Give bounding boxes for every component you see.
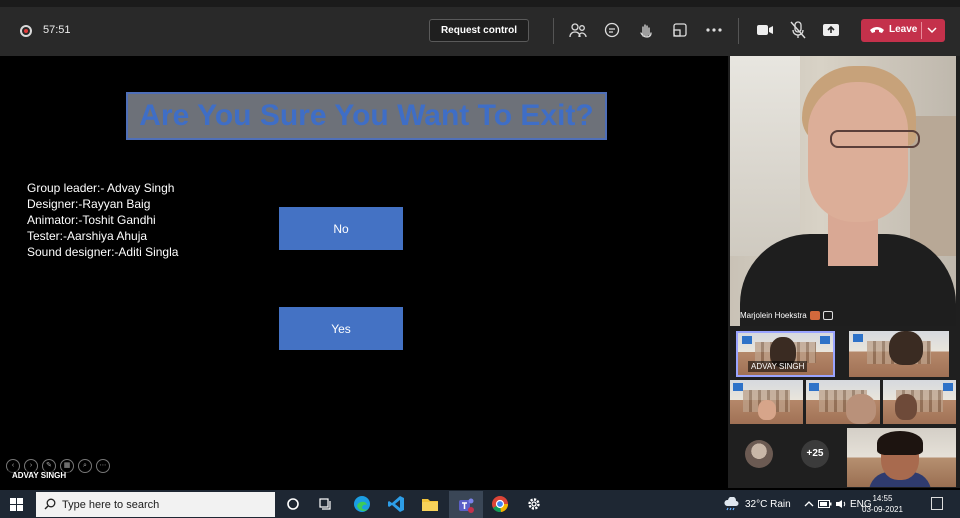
title-strip <box>0 0 960 7</box>
speaker-head <box>808 82 908 222</box>
logo-icon <box>733 383 743 391</box>
chrome-icon[interactable] <box>491 495 509 513</box>
participant-face <box>846 394 876 424</box>
chat-icon[interactable] <box>601 20 623 40</box>
credit-line: Animator:-Toshit Gandhi <box>27 213 156 227</box>
participant-face <box>758 400 776 420</box>
pin-icon <box>822 311 833 321</box>
slide-title: Are You Sure You Want To Exit? <box>139 99 594 132</box>
more-participants-button[interactable]: +25 <box>801 440 829 468</box>
main-speaker-video[interactable]: Marjolein Hoekstra <box>730 56 956 326</box>
volume-icon[interactable] <box>832 495 850 513</box>
edge-browser-icon[interactable] <box>353 495 371 513</box>
chevron-down-icon[interactable] <box>927 25 937 35</box>
tile-name-label: ADVAY SINGH <box>748 361 808 372</box>
credit-line: Designer:-Rayyan Baig <box>27 197 151 211</box>
raise-hand-icon[interactable] <box>635 20 657 40</box>
credits-list: Group leader:- Advay Singh Designer:-Ray… <box>27 180 178 260</box>
more-options-icon[interactable] <box>703 20 725 40</box>
participant-tile[interactable] <box>730 380 803 424</box>
shared-screen: Are You Sure You Want To Exit? Group lea… <box>0 56 728 488</box>
background-window <box>730 56 800 256</box>
search-icon <box>44 498 56 510</box>
cortana-icon[interactable] <box>284 495 302 513</box>
participant-tile[interactable] <box>849 331 949 377</box>
search-placeholder: Type here to search <box>62 499 160 511</box>
weather-icon[interactable] <box>722 495 740 513</box>
settings-gear-icon[interactable] <box>525 495 543 513</box>
meeting-toolbar: 57:51 Request control Leave <box>0 0 960 56</box>
participant-tile-advay[interactable]: ADVAY SINGH <box>736 331 835 377</box>
meeting-timer: 57:51 <box>43 24 71 36</box>
credit-line: Tester:-Aarshiya Ahuja <box>27 229 148 243</box>
leave-button[interactable]: Leave <box>861 19 945 42</box>
participant-face <box>889 331 923 365</box>
logo-icon <box>742 336 752 344</box>
participant-face <box>895 394 917 420</box>
participant-avatar[interactable] <box>745 440 773 468</box>
main-speaker-label: Marjolein Hoekstra <box>740 311 807 320</box>
taskbar-search-box[interactable]: Type here to search <box>36 492 275 517</box>
clock-time: 14:55 <box>872 494 893 503</box>
yes-button[interactable]: Yes <box>279 307 403 350</box>
recording-icon <box>20 25 32 37</box>
clock-date: 03-09-2021 <box>862 505 903 514</box>
credit-line: Sound designer:-Aditi Singla <box>27 245 179 259</box>
zoom-icon[interactable]: ⌕ <box>78 459 92 473</box>
task-view-icon[interactable] <box>317 495 335 513</box>
logo-icon <box>943 383 953 391</box>
main-speaker-name: Marjolein Hoekstra <box>740 311 833 321</box>
windows-start-icon[interactable] <box>10 498 23 511</box>
leave-label: Leave <box>889 24 918 35</box>
raised-hand-icon <box>809 311 820 321</box>
notification-icon[interactable] <box>931 497 943 510</box>
logo-icon <box>820 336 830 344</box>
weather-text[interactable]: 32°C Rain <box>745 499 791 510</box>
people-icon[interactable] <box>567 20 589 40</box>
vscode-icon[interactable] <box>387 495 405 513</box>
options-icon[interactable]: ⋯ <box>96 459 110 473</box>
no-button[interactable]: No <box>279 207 403 250</box>
camera-icon[interactable] <box>754 20 776 40</box>
participant-hair <box>877 431 923 455</box>
request-control-button[interactable]: Request control <box>429 19 529 42</box>
speaker-glasses <box>830 130 920 148</box>
breakout-rooms-icon[interactable] <box>669 20 691 40</box>
logo-icon <box>853 334 863 342</box>
teams-taskbar-icon[interactable] <box>449 491 483 518</box>
phone-hangup-icon <box>870 27 884 33</box>
slide-title-box: Are You Sure You Want To Exit? <box>126 92 607 140</box>
presenter-name: ADVAY SINGH <box>8 470 71 481</box>
toolbar-divider <box>738 18 739 44</box>
windows-taskbar: Type here to search 32°C Rain ENG 14:55 … <box>0 490 960 518</box>
participant-tile[interactable] <box>806 380 880 424</box>
mic-off-icon[interactable] <box>787 20 809 40</box>
file-explorer-icon[interactable] <box>421 495 439 513</box>
participant-tile[interactable] <box>883 380 956 424</box>
leave-divider <box>921 22 922 39</box>
system-clock[interactable]: 14:55 03-09-2021 <box>862 493 903 515</box>
share-screen-icon[interactable] <box>820 20 842 40</box>
participant-tile[interactable] <box>847 428 956 487</box>
credit-line: Group leader:- Advay Singh <box>27 181 175 195</box>
logo-icon <box>809 383 819 391</box>
toolbar-divider <box>553 18 554 44</box>
